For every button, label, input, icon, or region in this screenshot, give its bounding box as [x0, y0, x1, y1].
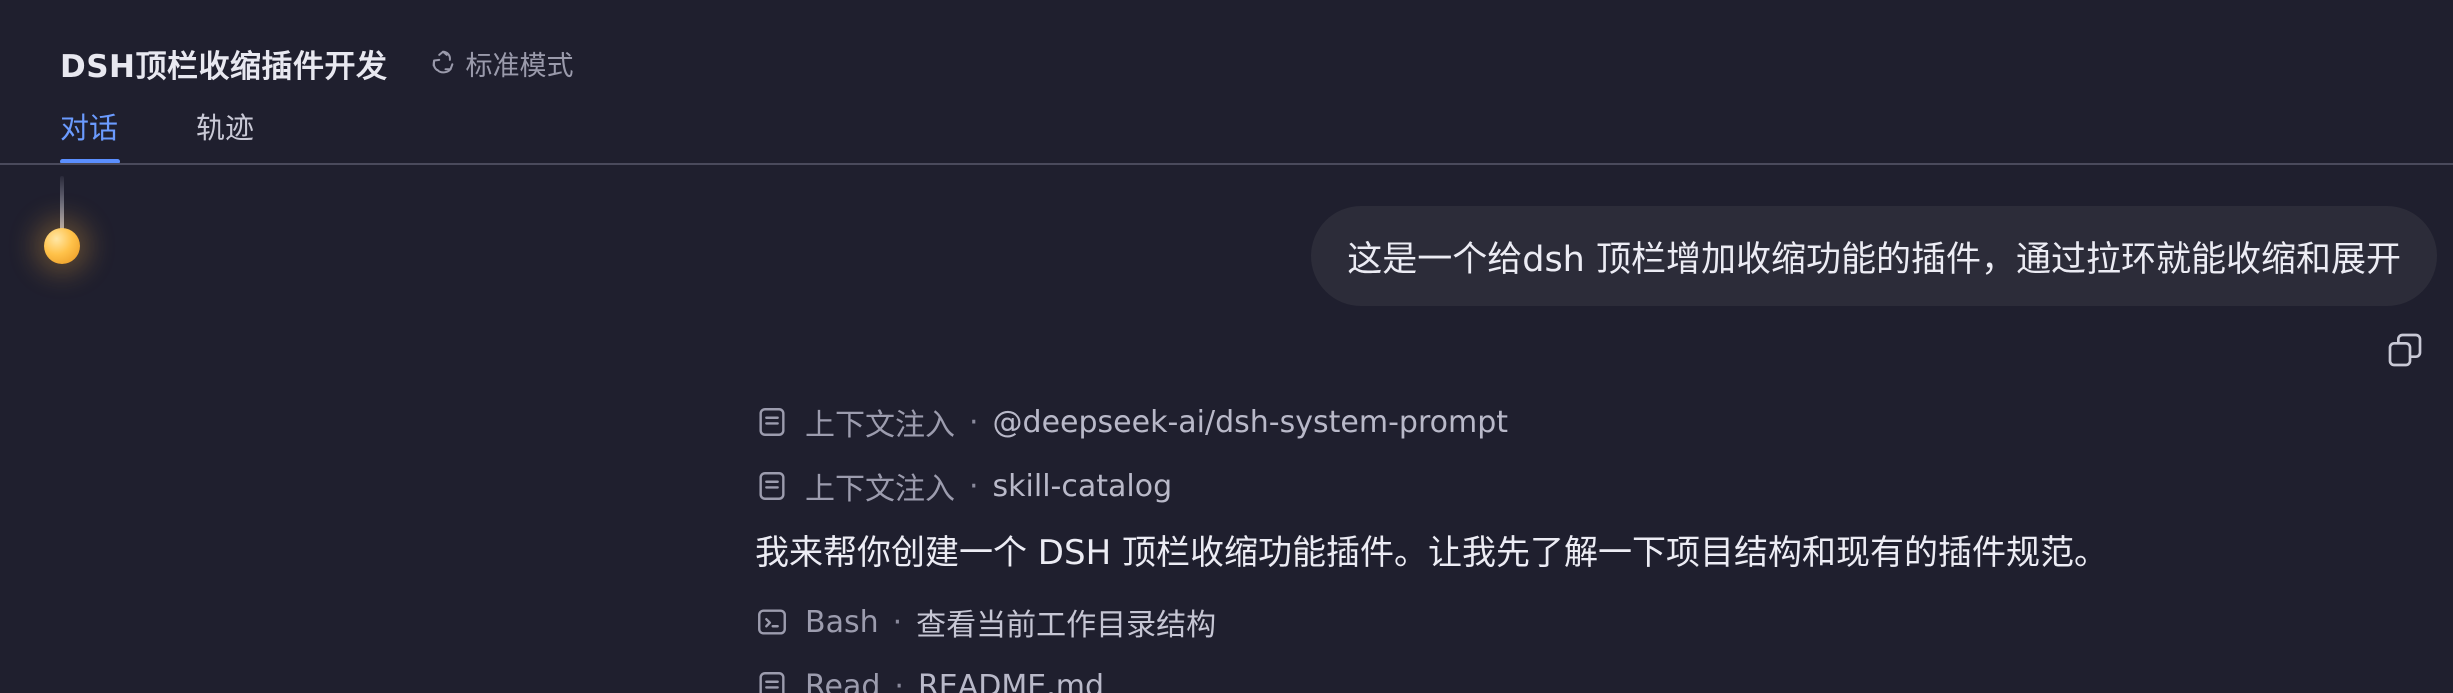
step-target: README.md	[917, 668, 1105, 693]
step-target: skill-catalog	[992, 468, 1173, 504]
context-injection-step[interactable]: 上下文注入 · skill-catalog	[755, 462, 2355, 510]
separator-dot: ·	[969, 468, 979, 504]
terminal-icon	[758, 609, 786, 635]
mode-label: 标准模式	[465, 50, 574, 82]
step-target: 查看当前工作目录结构	[916, 608, 1217, 643]
assistant-reply-text: 我来帮你创建一个 DSH 顶栏收缩功能插件。让我先了解一下项目结构和现有的插件规…	[755, 533, 2108, 573]
assistant-message: 上下文注入 · @deepseek-ai/dsh-system-prompt 上…	[755, 398, 2355, 693]
step-kind: 上下文注入	[805, 472, 955, 507]
pull-ring-handle[interactable]	[38, 168, 84, 278]
bash-step[interactable]: Bash · 查看当前工作目录结构	[755, 598, 2355, 646]
header-divider	[0, 163, 2453, 165]
page-title: DSH顶栏收缩插件开发	[60, 48, 388, 85]
document-icon	[759, 672, 785, 693]
app-window: DSH顶栏收缩插件开发 标准模式 对话 轨迹 这是一个给dsh 顶栏增加收缩功能…	[0, 0, 2453, 693]
context-injection-step[interactable]: 上下文注入 · @deepseek-ai/dsh-system-prompt	[755, 398, 2355, 446]
separator-dot: ·	[894, 668, 904, 693]
read-step[interactable]: Read · README.md	[755, 662, 2355, 693]
tab-conversation[interactable]: 对话	[60, 104, 121, 164]
top-bar: DSH顶栏收缩插件开发 标准模式 对话 轨迹	[0, 0, 2453, 165]
pull-knob-icon	[44, 228, 80, 264]
copy-icon[interactable]	[2385, 330, 2425, 370]
step-kind: Bash	[805, 604, 879, 640]
separator-dot: ·	[969, 404, 979, 440]
user-message-bubble: 这是一个给dsh 顶栏增加收缩功能的插件，通过拉环就能收缩和展开	[1311, 206, 2437, 306]
tab-trajectory[interactable]: 轨迹	[196, 104, 254, 164]
step-kind: Read	[805, 668, 881, 693]
title-row: DSH顶栏收缩插件开发 标准模式	[60, 40, 574, 86]
document-icon	[759, 408, 785, 436]
separator-dot: ·	[892, 604, 903, 640]
step-target: @deepseek-ai/dsh-system-prompt	[992, 404, 1509, 440]
document-icon	[759, 472, 785, 500]
step-kind: 上下文注入	[805, 408, 955, 443]
recycle-icon	[432, 50, 453, 74]
tab-bar: 对话 轨迹	[60, 104, 332, 164]
mode-selector[interactable]: 标准模式	[428, 44, 574, 83]
